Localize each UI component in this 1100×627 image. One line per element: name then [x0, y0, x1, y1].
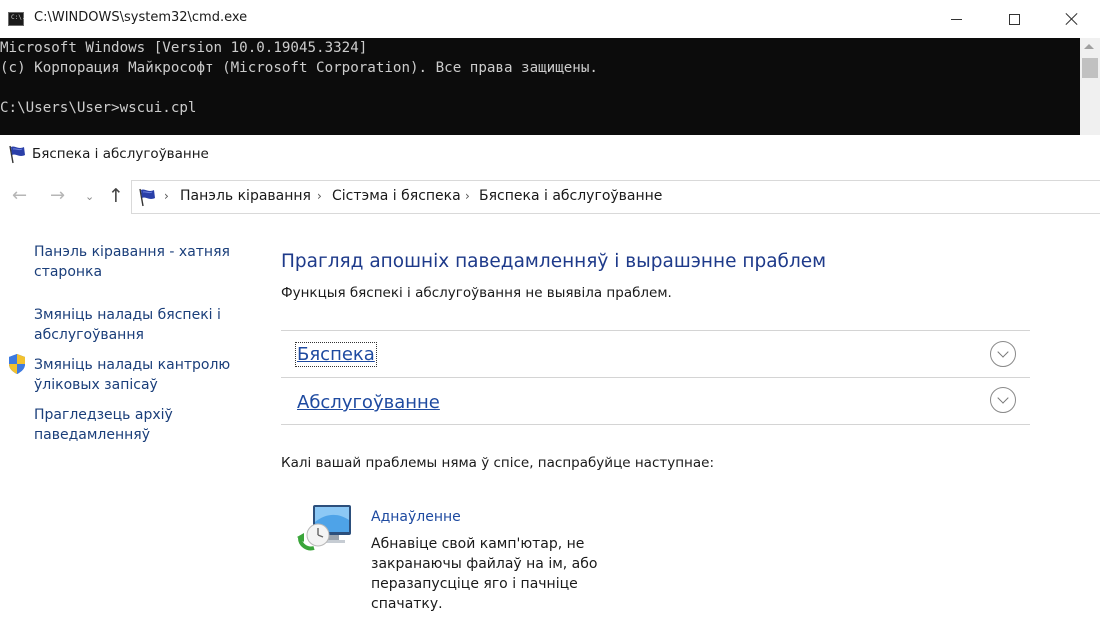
- arrow-up-icon: ↑: [108, 185, 124, 207]
- page-title: Прагляд апошніх паведамленняў і вырашэнн…: [281, 251, 827, 272]
- link-text-line: ўліковых запісаў: [34, 377, 158, 393]
- breadcrumb-security-maintenance[interactable]: Бяспека і абслугоўванне: [479, 188, 662, 204]
- minimize-button[interactable]: [927, 0, 985, 38]
- link-change-security-settings[interactable]: Змяніць налады бяспекі і абслугоўвання: [34, 305, 221, 345]
- link-text-line: абслугоўвання: [34, 327, 144, 343]
- maximize-icon: [1008, 13, 1020, 25]
- cmd-icon-label: C:\.: [11, 14, 26, 21]
- breadcrumb-control-panel[interactable]: Панэль кіравання: [180, 188, 311, 204]
- back-button[interactable]: ←: [12, 185, 27, 207]
- close-button[interactable]: [1043, 0, 1100, 38]
- cmd-window-title: C:\WINDOWS\system32\cmd.exe: [34, 10, 248, 25]
- window-title: Бяспека і абслугоўванне: [32, 146, 209, 162]
- link-text-line: Панэль кіравання - хатняя: [34, 244, 230, 260]
- link-text-line: паведамленняў: [34, 427, 150, 443]
- section-maintenance-header[interactable]: Абслугоўванне: [297, 392, 440, 413]
- recovery-link[interactable]: Аднаўленне: [371, 509, 461, 525]
- divider: [281, 424, 1030, 425]
- section-security-header[interactable]: Бяспека: [295, 342, 377, 367]
- console-line: Microsoft Windows [Version 10.0.19045.33…: [0, 40, 368, 56]
- scroll-thumb[interactable]: [1082, 58, 1098, 78]
- security-flag-icon: [9, 145, 25, 164]
- maximize-button[interactable]: [985, 0, 1043, 38]
- navigation-bar: ← → ⌄ ↑ › Панэль кіравання › Сістэма і б…: [0, 173, 1100, 219]
- security-flag-icon: [139, 188, 155, 207]
- cmd-console[interactable]: Microsoft Windows [Version 10.0.19045.33…: [0, 38, 1100, 135]
- arrow-left-icon: ←: [12, 185, 28, 206]
- link-text-line: Змяніць налады кантролю: [34, 357, 231, 373]
- forward-button[interactable]: →: [50, 185, 65, 207]
- console-line: C:\Users\User>wscui.cpl: [0, 100, 197, 116]
- arrow-right-icon: →: [50, 185, 66, 206]
- cmd-title-bar[interactable]: C:\. C:\WINDOWS\system32\cmd.exe: [0, 0, 1100, 38]
- recent-locations-button[interactable]: ⌄: [85, 186, 94, 208]
- up-button[interactable]: ↑: [108, 185, 124, 207]
- link-text-line: Прагледзець архіў: [34, 407, 173, 423]
- expand-maintenance-chevron-icon[interactable]: [990, 387, 1016, 413]
- breadcrumb-separator-icon[interactable]: ›: [317, 189, 322, 203]
- link-change-uac-settings[interactable]: Змяніць налады кантролю ўліковых запісаў: [34, 355, 230, 395]
- chevron-down-icon: ⌄: [85, 190, 95, 203]
- link-view-message-archive[interactable]: Прагледзець архіў паведамленняў: [34, 405, 173, 445]
- breadcrumb-separator-icon[interactable]: ›: [465, 189, 470, 203]
- status-text: Функцыя бяспекі і абслугоўвання не выяві…: [281, 285, 672, 301]
- control-panel-title-bar[interactable]: Бяспека і абслугоўванне: [0, 135, 1100, 173]
- divider: [281, 330, 1030, 331]
- recovery-monitor-icon: [297, 505, 351, 551]
- recovery-description: Абнавіце свой камп'ютар, не закранаючы ф…: [371, 536, 598, 612]
- link-text-line: Змяніць налады бяспекі і: [34, 307, 221, 323]
- console-line: (c) Корпорация Майкрософт (Microsoft Cor…: [0, 60, 598, 76]
- suggestion-text: Калі вашай праблемы няма ў спісе, паспра…: [281, 455, 715, 471]
- scroll-up-icon[interactable]: [1084, 44, 1094, 49]
- expand-security-chevron-icon[interactable]: [990, 341, 1016, 367]
- breadcrumb-separator-icon[interactable]: ›: [164, 189, 169, 203]
- address-bar[interactable]: › Панэль кіравання › Сістэма і бяспека ›…: [131, 180, 1100, 214]
- link-control-panel-home[interactable]: Панэль кіравання - хатняя старонка: [34, 242, 230, 282]
- breadcrumb-system-security[interactable]: Сістэма і бяспека: [332, 188, 461, 204]
- cmd-app-icon: C:\.: [8, 12, 26, 26]
- close-icon: [1066, 13, 1078, 25]
- divider: [281, 377, 1030, 378]
- console-scrollbar[interactable]: [1080, 38, 1100, 135]
- uac-shield-icon: [9, 354, 25, 374]
- minimize-icon: [950, 18, 962, 20]
- link-text-line: старонка: [34, 264, 103, 280]
